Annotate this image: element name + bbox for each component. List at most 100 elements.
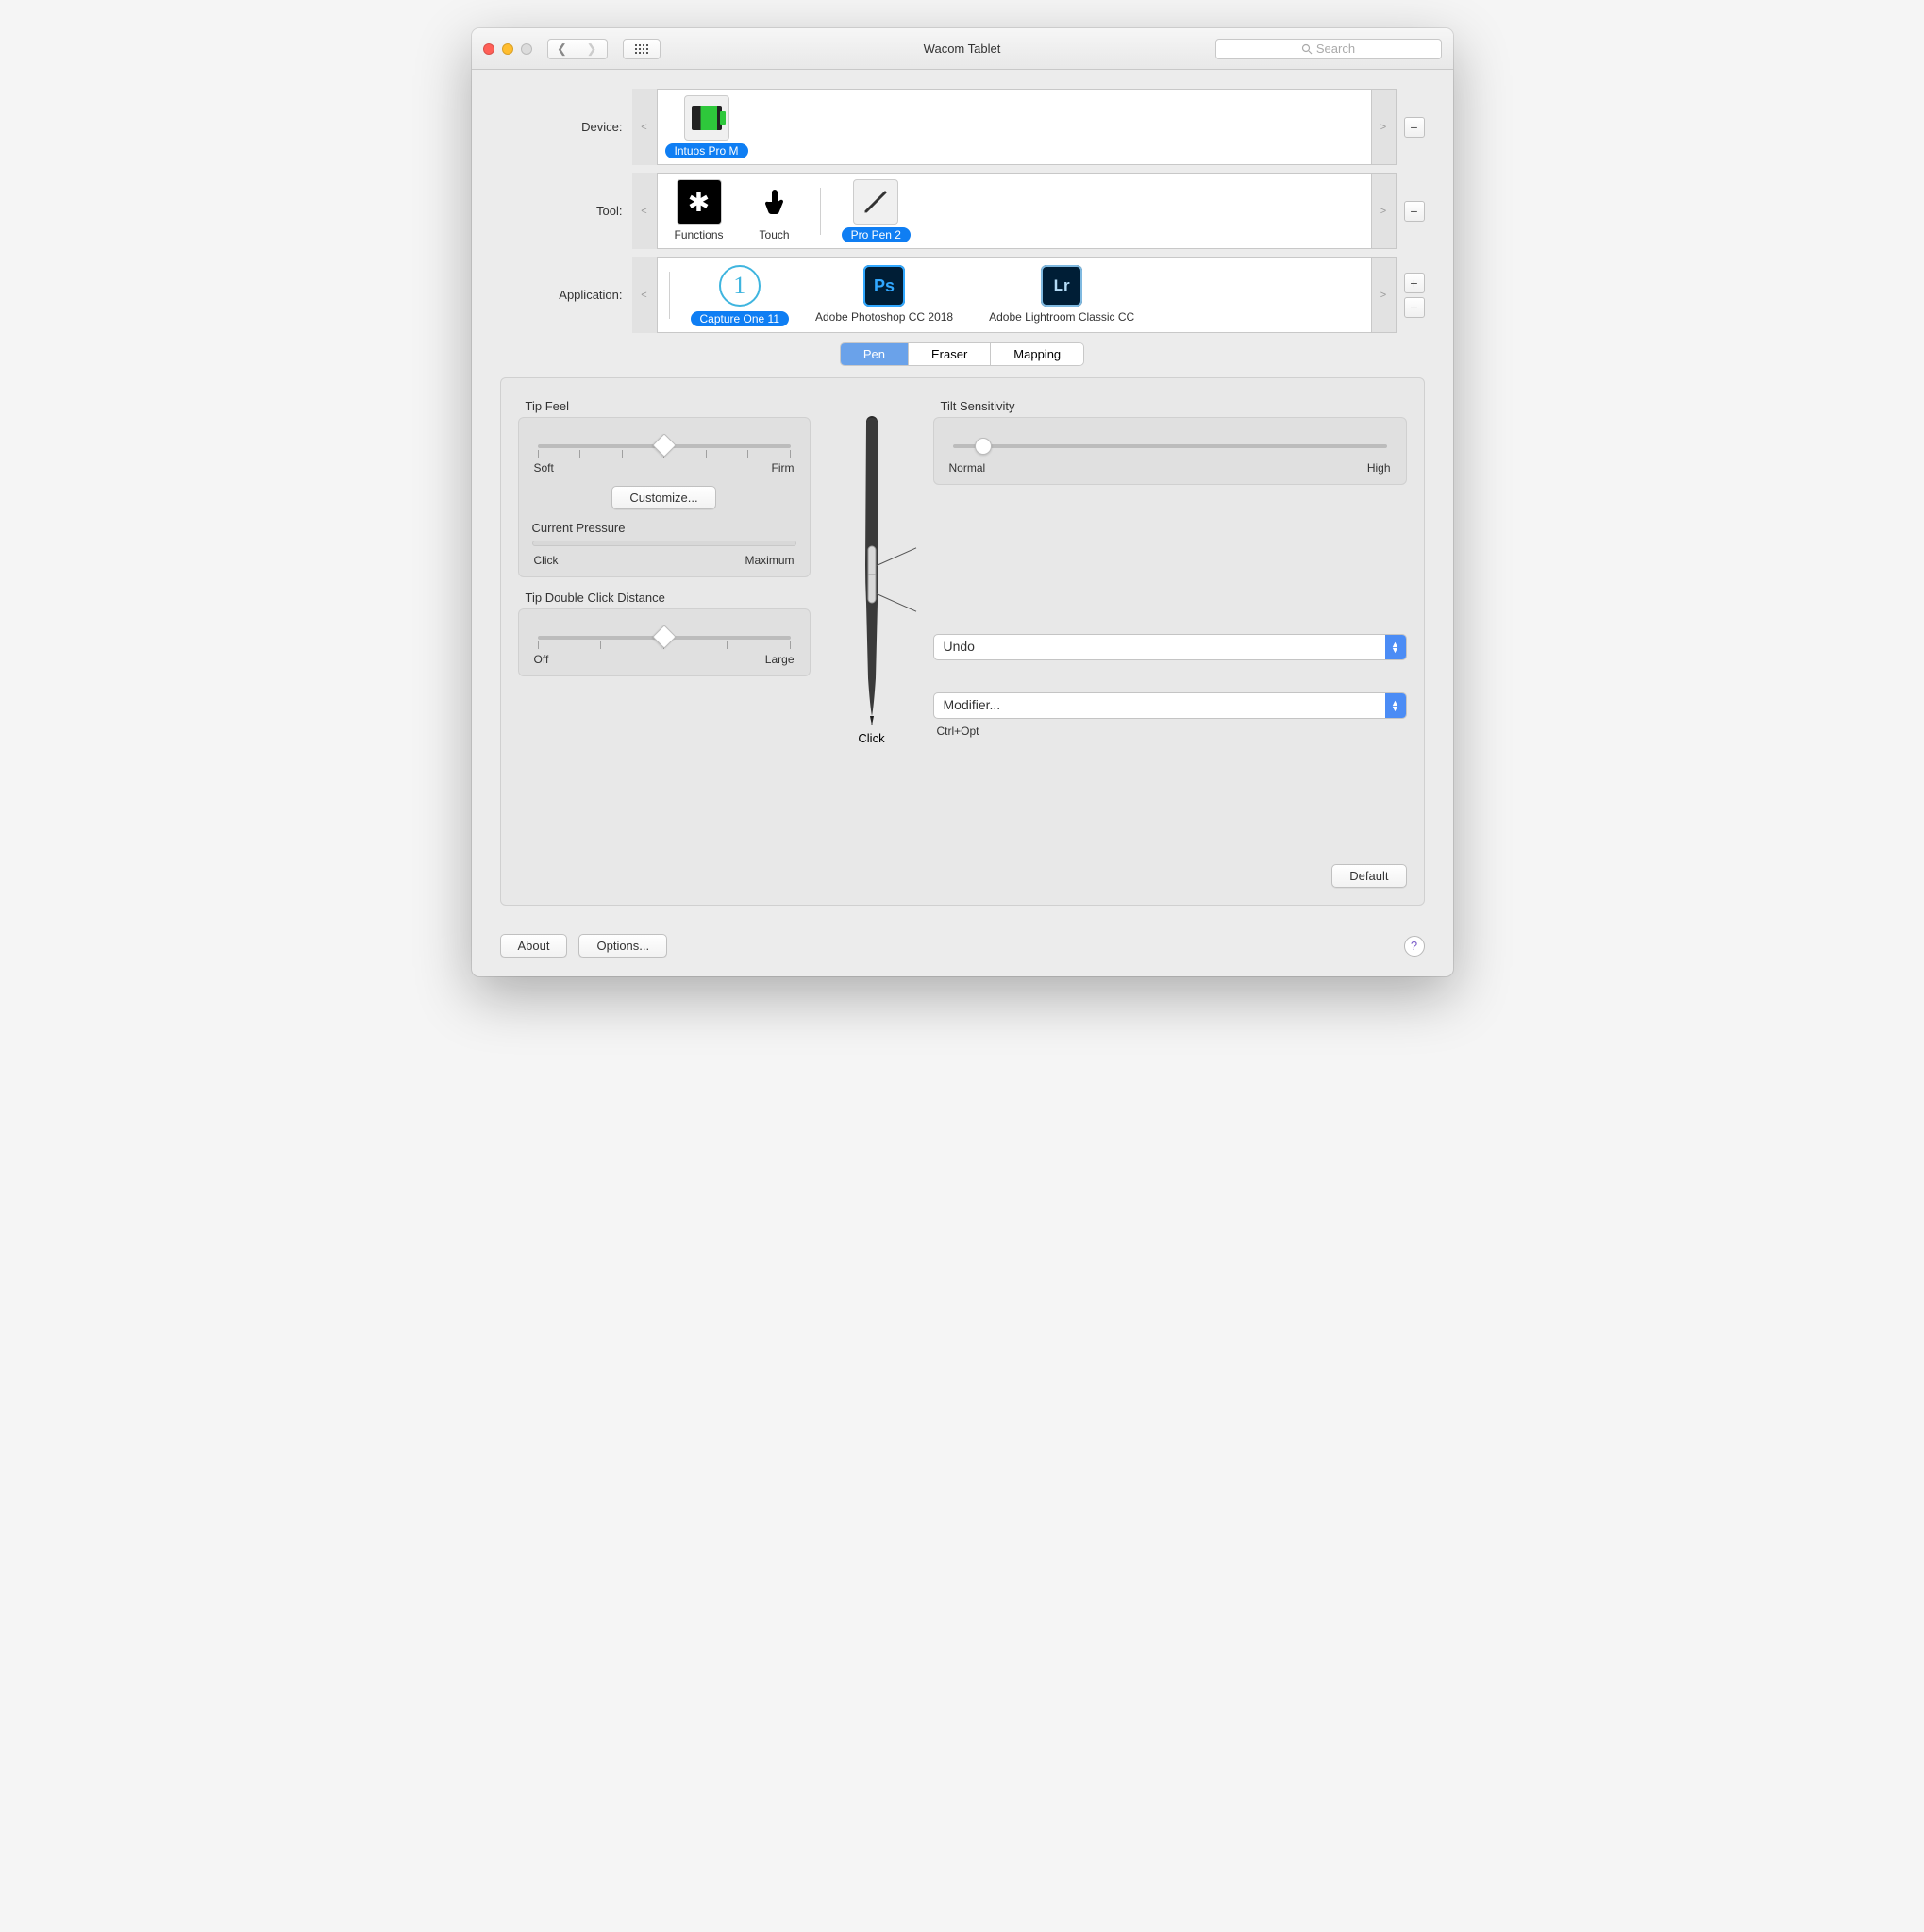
photoshop-icon: Ps [863, 265, 905, 307]
device-remove-button[interactable]: − [1404, 117, 1425, 138]
device-picker-row: Device: < Intuos Pro M > − [500, 89, 1425, 165]
divider [669, 272, 670, 319]
device-picker: Intuos Pro M [657, 89, 1372, 165]
tip-feel-title: Tip Feel [526, 399, 811, 413]
app-scroll-right[interactable]: > [1372, 257, 1397, 333]
device-item-intuos[interactable]: Intuos Pro M [665, 95, 748, 158]
device-scroll-right[interactable]: > [1372, 89, 1397, 165]
app-lr-label: Adobe Lightroom Classic CC [979, 309, 1144, 325]
tip-feel-slider[interactable] [538, 444, 791, 448]
application-picker-row: Application: < 1 Capture One 11 Ps Adobe… [500, 257, 1425, 333]
current-pressure-title: Current Pressure [532, 521, 796, 535]
tilt-title: Tilt Sensitivity [941, 399, 1407, 413]
dc-max: Large [765, 653, 795, 666]
help-button[interactable]: ? [1404, 936, 1425, 957]
pen-tip-label: Click [858, 731, 884, 745]
chevron-updown-icon: ▲▼ [1385, 635, 1406, 659]
customize-button[interactable]: Customize... [611, 486, 715, 509]
double-click-thumb[interactable] [652, 625, 676, 648]
tablet-icon [684, 95, 729, 141]
tool-functions-label: Functions [665, 227, 733, 242]
pressure-meter [532, 541, 796, 546]
pressure-max: Maximum [745, 554, 794, 567]
window-title: Wacom Tablet [924, 42, 1001, 56]
tool-item-functions[interactable]: Functions [665, 179, 733, 242]
tip-feel-thumb[interactable] [652, 433, 676, 457]
tilt-max: High [1367, 461, 1391, 475]
tilt-slider[interactable] [953, 444, 1387, 448]
tab-pen[interactable]: Pen [841, 343, 909, 365]
tip-feel-group: Soft Firm Customize... Current Pressure … [518, 417, 811, 577]
tool-item-touch[interactable]: Touch [750, 179, 799, 242]
device-item-label: Intuos Pro M [665, 143, 748, 158]
application-picker: 1 Capture One 11 Ps Adobe Photoshop CC 2… [657, 257, 1372, 333]
tilt-min: Normal [949, 461, 986, 475]
tool-remove-button[interactable]: − [1404, 201, 1425, 222]
tilt-group: Normal High [933, 417, 1407, 485]
tilt-thumb[interactable] [975, 438, 992, 455]
dc-min: Off [534, 653, 549, 666]
pen-button-controls: Undo ▲▼ Modifier... ▲▼ Ctrl+Opt [933, 634, 1407, 749]
tool-item-propen2[interactable]: Pro Pen 2 [842, 179, 911, 242]
divider [820, 188, 821, 235]
device-label: Device: [500, 89, 632, 165]
app-item-photoshop[interactable]: Ps Adobe Photoshop CC 2018 [806, 265, 962, 325]
preferences-window: ❮ ❯ Wacom Tablet Search Device: < Intuos… [472, 28, 1453, 976]
tool-picker: Functions Touch Pro Pen 2 [657, 173, 1372, 249]
app-ps-label: Adobe Photoshop CC 2018 [806, 309, 962, 325]
lower-button-value: Modifier... [934, 693, 1385, 718]
double-click-group: Off Large [518, 608, 811, 676]
tool-label: Tool: [500, 173, 632, 249]
upper-button-value: Undo [934, 635, 1385, 659]
pen-settings-panel: Tip Feel Soft Firm Customize... Current … [500, 377, 1425, 906]
app-scroll-left[interactable]: < [632, 257, 657, 333]
zoom-icon [521, 43, 532, 55]
show-all-button[interactable] [623, 39, 661, 59]
lightroom-icon: Lr [1041, 265, 1082, 307]
tab-mapping[interactable]: Mapping [991, 343, 1083, 365]
pen-icon [853, 179, 898, 225]
default-button[interactable]: Default [1331, 864, 1406, 888]
touch-icon [752, 179, 797, 225]
double-click-title: Tip Double Click Distance [526, 591, 811, 605]
content: Device: < Intuos Pro M > − Tool: < Funct… [472, 70, 1453, 934]
lower-button-dropdown[interactable]: Modifier... ▲▼ [933, 692, 1407, 719]
tool-scroll-right[interactable]: > [1372, 173, 1397, 249]
lower-button-sub: Ctrl+Opt [937, 724, 1407, 738]
options-button[interactable]: Options... [578, 934, 667, 958]
back-button[interactable]: ❮ [547, 39, 577, 59]
footer: About Options... ? [472, 934, 1453, 976]
double-click-slider[interactable] [538, 636, 791, 640]
nav-back-forward: ❮ ❯ [547, 39, 608, 59]
app-item-lightroom[interactable]: Lr Adobe Lightroom Classic CC [979, 265, 1144, 325]
device-scroll-left[interactable]: < [632, 89, 657, 165]
tool-picker-row: Tool: < Functions Touch [500, 173, 1425, 249]
tip-feel-min: Soft [534, 461, 554, 475]
chevron-updown-icon: ▲▼ [1385, 693, 1406, 718]
about-button[interactable]: About [500, 934, 568, 958]
titlebar: ❮ ❯ Wacom Tablet Search [472, 28, 1453, 70]
close-icon[interactable] [483, 43, 494, 55]
search-icon [1301, 43, 1313, 55]
pressure-min: Click [534, 554, 559, 567]
tool-propen2-label: Pro Pen 2 [842, 227, 911, 242]
minimize-icon[interactable] [502, 43, 513, 55]
app-add-button[interactable]: + [1404, 273, 1425, 293]
tab-eraser[interactable]: Eraser [909, 343, 991, 365]
settings-tabs: Pen Eraser Mapping [840, 342, 1084, 366]
app-c1-label: Capture One 11 [691, 311, 790, 326]
application-label: Application: [500, 257, 632, 333]
upper-button-dropdown[interactable]: Undo ▲▼ [933, 634, 1407, 660]
tip-feel-max: Firm [772, 461, 795, 475]
app-remove-button[interactable]: − [1404, 297, 1425, 318]
pen-diagram [853, 414, 891, 725]
search-placeholder: Search [1316, 42, 1355, 56]
traffic-lights [483, 43, 532, 55]
tool-touch-label: Touch [750, 227, 799, 242]
app-item-capture-one[interactable]: 1 Capture One 11 [691, 263, 790, 326]
tool-scroll-left[interactable]: < [632, 173, 657, 249]
search-input[interactable]: Search [1215, 39, 1442, 59]
capture-one-icon: 1 [717, 263, 762, 308]
forward-button: ❯ [577, 39, 608, 59]
functions-icon [677, 179, 722, 225]
